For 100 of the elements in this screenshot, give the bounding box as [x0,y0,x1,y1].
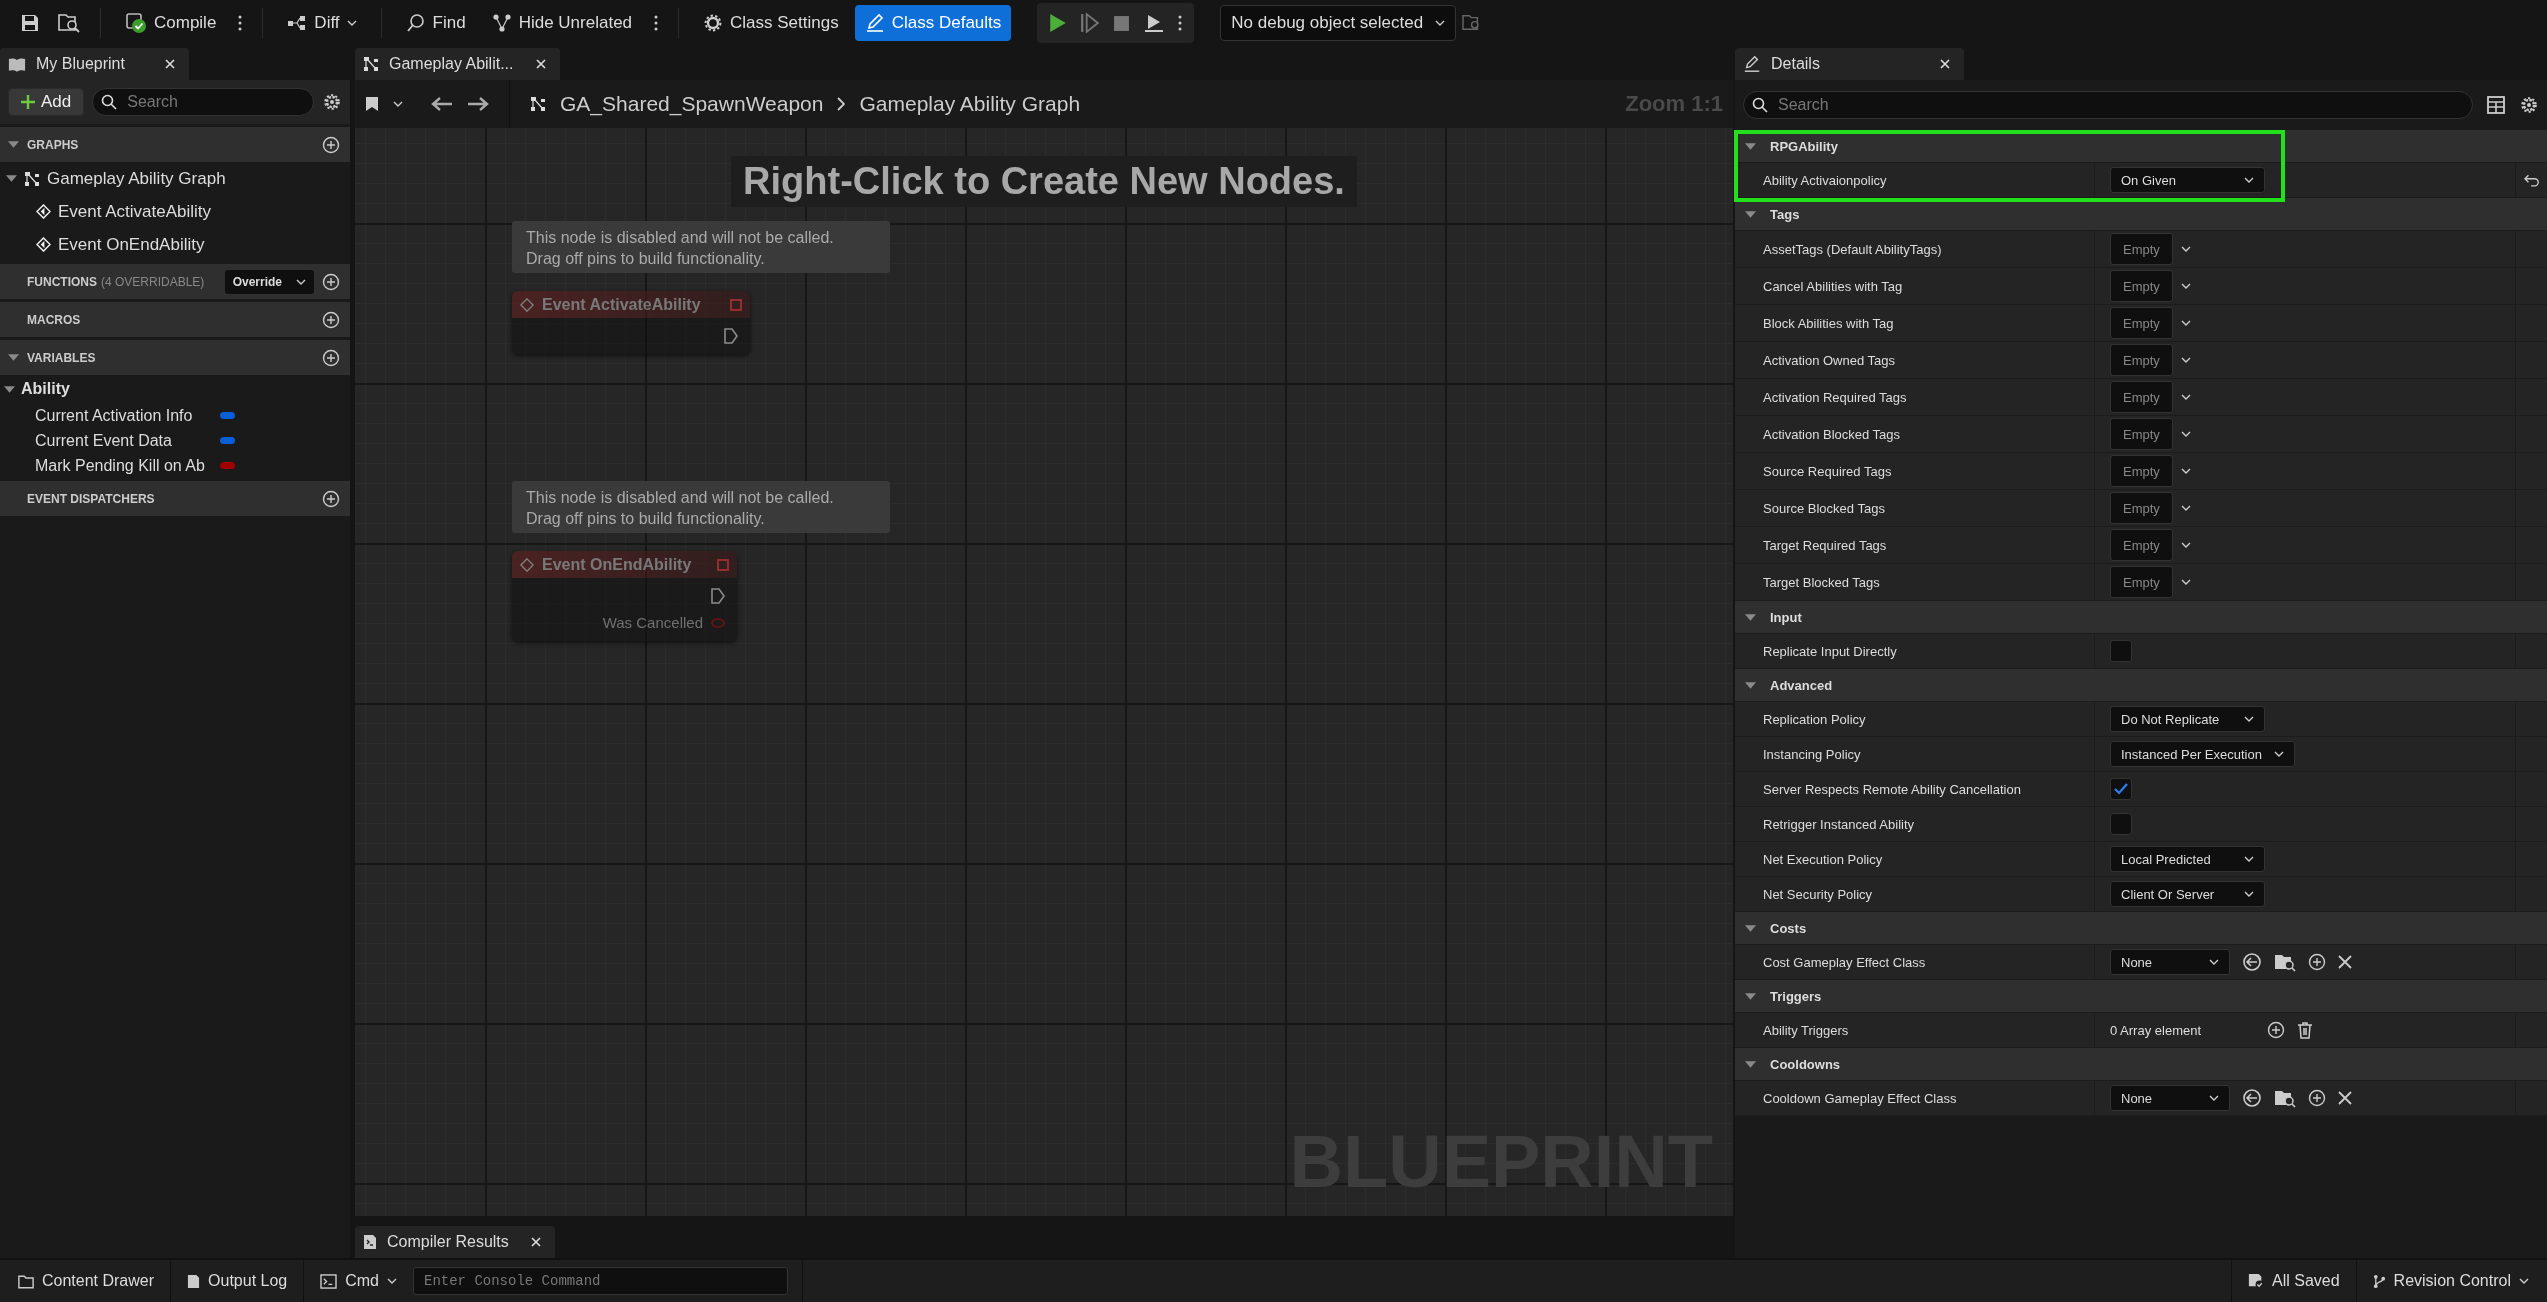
browse-folder-icon[interactable] [2274,1088,2296,1108]
variable-item[interactable]: Current Event Data [35,431,220,450]
expand-triangle-icon[interactable] [8,141,19,148]
tag-container-field[interactable]: Empty [2110,307,2173,339]
graph-tab[interactable]: Gameplay Abilit... [355,48,560,80]
eject-icon[interactable] [1144,13,1165,33]
play-icon[interactable] [1049,13,1068,33]
use-selected-icon[interactable] [2242,1088,2262,1108]
forward-arrow-icon[interactable] [467,96,489,112]
back-arrow-icon[interactable] [431,96,453,112]
expand-triangle-icon[interactable] [1745,210,1756,218]
value-dropdown[interactable]: Client Or Server [2110,881,2265,907]
asset-dropdown[interactable]: None [2110,949,2230,975]
category-header[interactable]: Input [1735,601,2547,634]
tag-container-field[interactable]: Empty [2110,418,2173,450]
section-header[interactable]: VARIABLES [0,340,350,375]
bookmark-icon[interactable] [365,96,379,112]
use-selected-icon[interactable] [2242,952,2262,972]
cmd-dropdown[interactable]: Cmd [310,1264,407,1298]
category-header[interactable]: RPGAbility [1735,130,2547,163]
toolbar-button[interactable]: Hide Unrelated [481,5,643,41]
expand-triangle-icon[interactable] [6,175,17,182]
asset-dropdown[interactable]: None [2110,1085,2230,1111]
close-icon[interactable] [530,1237,541,1247]
browse-folder-icon[interactable] [2274,952,2296,972]
settings-icon[interactable] [2519,95,2539,115]
checkbox[interactable] [2110,640,2132,662]
delete-icon[interactable] [2297,1021,2313,1039]
details-tab[interactable]: Details [1735,48,1964,80]
close-icon[interactable] [1939,59,1950,69]
category-header[interactable]: Tags [1735,198,2547,231]
reset-arrow-icon[interactable] [2523,173,2540,187]
save-icon[interactable] [20,13,40,33]
category-label[interactable]: Ability [21,380,70,398]
close-icon[interactable] [164,59,175,69]
tag-container-field[interactable]: Empty [2110,270,2173,302]
settings-icon[interactable] [322,92,342,112]
toolbar-button[interactable]: Compile [115,5,227,41]
toolbar-button[interactable]: Find [395,5,476,41]
toolbar-button[interactable]: Class Defaults [854,5,1012,41]
checkbox[interactable] [2110,813,2132,835]
debug-object-dropdown[interactable]: No debug object selected [1220,5,1457,41]
section-header[interactable]: MACROS [0,302,350,337]
category-header[interactable]: Triggers [1735,980,2547,1013]
tag-container-field[interactable]: Empty [2110,529,2173,561]
status-button[interactable]: Content Drawer [8,1264,165,1298]
step-icon[interactable] [1081,13,1100,33]
add-button[interactable]: Add [8,88,85,116]
expand-triangle-icon[interactable] [1745,613,1756,621]
tag-container-field[interactable]: Empty [2110,455,2173,487]
variable-item[interactable]: Current Activation Info [35,406,220,425]
tag-container-field[interactable]: Empty [2110,381,2173,413]
value-dropdown[interactable]: Local Predicted [2110,846,2265,872]
status-button[interactable]: Revision Control [2362,1264,2539,1298]
browse-folder-icon[interactable] [58,13,80,33]
checkbox[interactable] [2110,778,2132,800]
expand-triangle-icon[interactable] [1745,992,1756,1000]
more-options-icon[interactable] [238,15,243,31]
graph-item[interactable]: Gameplay Ability Graph [47,168,226,189]
expand-triangle-icon[interactable] [1745,1060,1756,1068]
search-field[interactable]: Search [1743,91,2473,119]
tag-container-field[interactable]: Empty [2110,233,2173,265]
toolbar-button[interactable]: Class Settings [693,5,849,41]
table-icon[interactable] [2487,96,2505,114]
tag-container-field[interactable]: Empty [2110,344,2173,376]
status-button[interactable]: All Saved [2238,1264,2350,1298]
more-options-icon[interactable] [654,15,659,31]
compiler-results-tab[interactable]: Compiler Results [355,1226,555,1258]
stop-icon[interactable] [1113,14,1131,32]
expand-triangle-icon[interactable] [8,354,19,361]
variable-item[interactable]: Mark Pending Kill on Ab [35,456,220,475]
value-dropdown[interactable]: On Given [2110,167,2265,193]
toolbar-button[interactable]: Diff [277,5,367,41]
close-icon[interactable] [535,59,546,69]
expand-triangle-icon[interactable] [1745,681,1756,689]
search-field[interactable]: Search [92,88,314,116]
panel-tab[interactable]: My Blueprint [0,48,189,80]
category-header[interactable]: Advanced [1735,669,2547,702]
add-icon[interactable] [322,348,340,367]
expand-triangle-icon[interactable] [1745,142,1756,150]
clear-icon[interactable] [2338,955,2352,969]
add-icon[interactable] [322,310,340,329]
breadcrumb-item[interactable]: GA_Shared_SpawnWeapon [560,92,824,116]
tag-container-field[interactable]: Empty [2110,492,2173,524]
status-button[interactable]: Output Log [177,1264,298,1298]
value-dropdown[interactable]: Do Not Replicate [2110,706,2265,732]
event-item[interactable]: Event ActivateAbility [58,201,212,222]
value-dropdown[interactable]: Instanced Per Execution [2110,741,2295,767]
more-options-icon[interactable] [1178,15,1183,31]
expand-triangle-icon[interactable] [4,385,15,393]
section-header[interactable]: EVENT DISPATCHERS [0,481,350,516]
category-header[interactable]: Cooldowns [1735,1048,2547,1081]
category-header[interactable]: Costs [1735,912,2547,945]
add-icon[interactable] [2308,1089,2326,1107]
add-icon[interactable] [322,489,340,508]
clear-icon[interactable] [2338,1091,2352,1105]
add-icon[interactable] [2308,953,2326,971]
section-header[interactable]: GRAPHS [0,127,350,162]
add-icon[interactable] [2267,1021,2285,1039]
add-icon[interactable] [322,272,340,291]
